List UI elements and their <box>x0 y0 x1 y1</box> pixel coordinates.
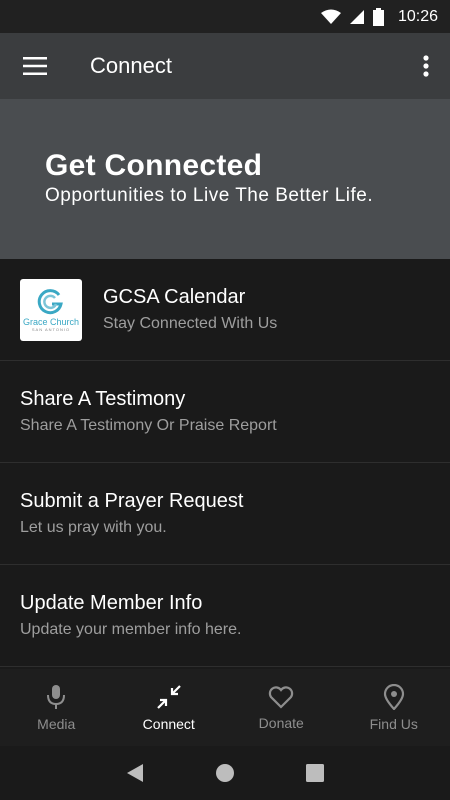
cell-signal-icon <box>349 9 364 24</box>
hero-banner: Get Connected Opportunities to Live The … <box>0 99 450 259</box>
microphone-icon <box>47 684 66 709</box>
bottom-navigation: Media Connect Donate Find Us <box>0 669 450 746</box>
nav-label: Donate <box>258 714 304 731</box>
hamburger-menu-icon <box>23 57 47 75</box>
heart-icon <box>269 685 294 709</box>
list-item-share-testimony[interactable]: Share A Testimony Share A Testimony Or P… <box>0 361 450 463</box>
list-item-subtitle: Update your member info here. <box>20 621 242 638</box>
status-bar: 10:26 <box>0 0 450 33</box>
grace-church-logo: Grace Church SAN ANTONIO <box>20 278 82 341</box>
connect-list: Grace Church SAN ANTONIO GCSA Calendar S… <box>0 259 450 667</box>
home-icon[interactable] <box>215 763 235 783</box>
list-item-subtitle: Share A Testimony Or Praise Report <box>20 417 277 434</box>
list-item-title: Share A Testimony <box>20 388 186 410</box>
nav-label: Find Us <box>369 715 418 732</box>
logo-subtitle: SAN ANTONIO <box>31 326 71 332</box>
list-item-update-member-info[interactable]: Update Member Info Update your member in… <box>0 565 450 667</box>
nav-tab-connect[interactable]: Connect <box>113 669 226 746</box>
overflow-menu-button[interactable] <box>402 33 450 99</box>
list-item-subtitle: Stay Connected With Us <box>103 315 278 332</box>
collapse-arrows-icon <box>156 684 181 709</box>
nav-tab-donate[interactable]: Donate <box>225 669 338 746</box>
app-bar: Connect <box>0 33 450 99</box>
page-title: Connect <box>90 53 172 78</box>
logo-name: Grace Church <box>22 316 80 327</box>
list-item-title: GCSA Calendar <box>103 286 246 308</box>
menu-button[interactable] <box>0 33 70 99</box>
nav-tab-find-us[interactable]: Find Us <box>338 669 450 746</box>
location-pin-icon <box>383 683 404 710</box>
hero-subtitle: Opportunities to Live The Better Life. <box>45 185 374 206</box>
nav-label: Media <box>37 715 76 732</box>
nav-tab-media[interactable]: Media <box>0 669 113 746</box>
list-item-subtitle: Let us pray with you. <box>20 519 167 536</box>
list-item-title: Submit a Prayer Request <box>20 490 244 512</box>
back-icon[interactable] <box>125 763 145 783</box>
hero-title: Get Connected <box>45 149 263 182</box>
more-vertical-icon <box>423 55 429 77</box>
list-item-title: Update Member Info <box>20 592 203 614</box>
system-navigation-bar <box>0 746 450 800</box>
list-item-gcsa-calendar[interactable]: Grace Church SAN ANTONIO GCSA Calendar S… <box>0 259 450 361</box>
recents-icon[interactable] <box>305 763 325 783</box>
grace-church-g-icon <box>37 288 63 314</box>
battery-icon <box>372 7 384 26</box>
nav-label: Connect <box>142 715 195 732</box>
wifi-icon <box>320 9 341 24</box>
list-item-prayer-request[interactable]: Submit a Prayer Request Let us pray with… <box>0 463 450 565</box>
status-time: 10:26 <box>397 7 438 25</box>
